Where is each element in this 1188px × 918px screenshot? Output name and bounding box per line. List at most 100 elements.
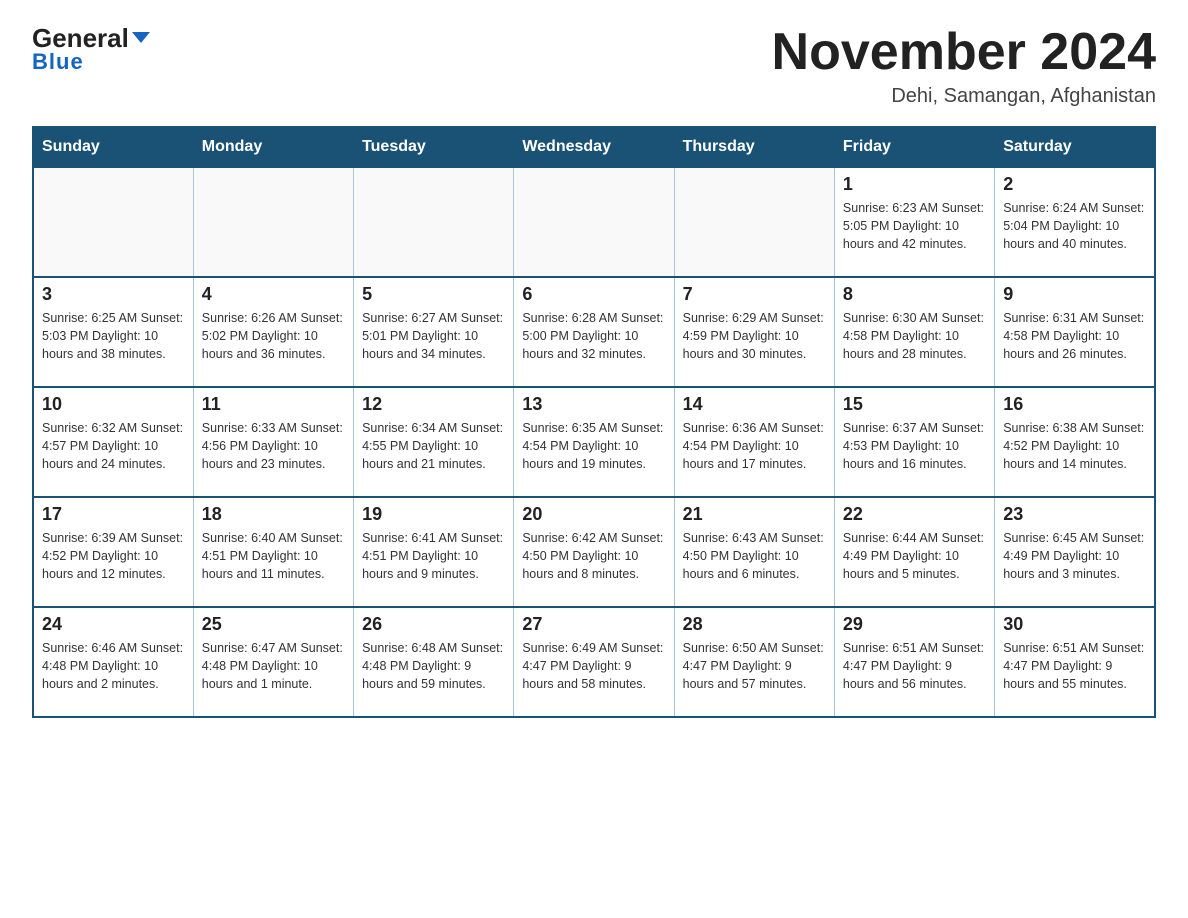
calendar-cell: 23 Sunrise: 6:45 AM Sunset: 4:49 PM Dayli… xyxy=(995,497,1155,607)
logo-blue: Blue xyxy=(32,49,84,75)
month-title: November 2024 xyxy=(772,24,1156,81)
calendar-cell: 7 Sunrise: 6:29 AM Sunset: 4:59 PM Daylig… xyxy=(674,277,834,387)
day-number: 2 xyxy=(1003,174,1146,195)
day-info: Sunrise: 6:43 AM Sunset: 4:50 PM Dayligh… xyxy=(683,529,826,583)
calendar-cell: 2 Sunrise: 6:24 AM Sunset: 5:04 PM Daylig… xyxy=(995,167,1155,277)
weekday-header-monday: Monday xyxy=(193,127,353,167)
day-info: Sunrise: 6:25 AM Sunset: 5:03 PM Dayligh… xyxy=(42,309,185,363)
day-info: Sunrise: 6:28 AM Sunset: 5:00 PM Dayligh… xyxy=(522,309,665,363)
day-info: Sunrise: 6:24 AM Sunset: 5:04 PM Dayligh… xyxy=(1003,199,1146,253)
day-number: 20 xyxy=(522,504,665,525)
day-info: Sunrise: 6:45 AM Sunset: 4:49 PM Dayligh… xyxy=(1003,529,1146,583)
calendar-cell xyxy=(354,167,514,277)
day-number: 19 xyxy=(362,504,505,525)
day-info: Sunrise: 6:48 AM Sunset: 4:48 PM Dayligh… xyxy=(362,639,505,693)
day-number: 7 xyxy=(683,284,826,305)
location-title: Dehi, Samangan, Afghanistan xyxy=(772,85,1156,108)
calendar-cell: 29 Sunrise: 6:51 AM Sunset: 4:47 PM Dayli… xyxy=(834,607,994,717)
day-number: 22 xyxy=(843,504,986,525)
day-info: Sunrise: 6:40 AM Sunset: 4:51 PM Dayligh… xyxy=(202,529,345,583)
weekday-header-saturday: Saturday xyxy=(995,127,1155,167)
calendar-cell: 17 Sunrise: 6:39 AM Sunset: 4:52 PM Dayli… xyxy=(33,497,193,607)
day-info: Sunrise: 6:34 AM Sunset: 4:55 PM Dayligh… xyxy=(362,419,505,473)
calendar-cell: 8 Sunrise: 6:30 AM Sunset: 4:58 PM Daylig… xyxy=(834,277,994,387)
day-number: 28 xyxy=(683,614,826,635)
calendar-cell: 6 Sunrise: 6:28 AM Sunset: 5:00 PM Daylig… xyxy=(514,277,674,387)
day-info: Sunrise: 6:46 AM Sunset: 4:48 PM Dayligh… xyxy=(42,639,185,693)
day-info: Sunrise: 6:31 AM Sunset: 4:58 PM Dayligh… xyxy=(1003,309,1146,363)
day-number: 10 xyxy=(42,394,185,415)
day-info: Sunrise: 6:44 AM Sunset: 4:49 PM Dayligh… xyxy=(843,529,986,583)
day-number: 30 xyxy=(1003,614,1146,635)
calendar-cell: 15Sunrise: 6:37 AM Sunset: 4:53 PM Dayli… xyxy=(834,387,994,497)
day-number: 21 xyxy=(683,504,826,525)
day-number: 5 xyxy=(362,284,505,305)
calendar-week-row: 1 Sunrise: 6:23 AM Sunset: 5:05 PM Daylig… xyxy=(33,167,1155,277)
day-info: Sunrise: 6:51 AM Sunset: 4:47 PM Dayligh… xyxy=(1003,639,1146,693)
calendar-cell: 20Sunrise: 6:42 AM Sunset: 4:50 PM Dayli… xyxy=(514,497,674,607)
day-number: 26 xyxy=(362,614,505,635)
day-number: 6 xyxy=(522,284,665,305)
day-number: 3 xyxy=(42,284,185,305)
day-info: Sunrise: 6:50 AM Sunset: 4:47 PM Dayligh… xyxy=(683,639,826,693)
calendar-table: SundayMondayTuesdayWednesdayThursdayFrid… xyxy=(32,126,1156,718)
day-info: Sunrise: 6:47 AM Sunset: 4:48 PM Dayligh… xyxy=(202,639,345,693)
day-number: 23 xyxy=(1003,504,1146,525)
calendar-cell xyxy=(514,167,674,277)
weekday-header-friday: Friday xyxy=(834,127,994,167)
day-info: Sunrise: 6:38 AM Sunset: 4:52 PM Dayligh… xyxy=(1003,419,1146,473)
day-info: Sunrise: 6:39 AM Sunset: 4:52 PM Dayligh… xyxy=(42,529,185,583)
calendar-week-row: 17 Sunrise: 6:39 AM Sunset: 4:52 PM Dayli… xyxy=(33,497,1155,607)
calendar-cell: 25Sunrise: 6:47 AM Sunset: 4:48 PM Dayli… xyxy=(193,607,353,717)
day-info: Sunrise: 6:49 AM Sunset: 4:47 PM Dayligh… xyxy=(522,639,665,693)
day-number: 11 xyxy=(202,394,345,415)
day-number: 12 xyxy=(362,394,505,415)
weekday-header-wednesday: Wednesday xyxy=(514,127,674,167)
page-header: General Blue November 2024 Dehi, Samanga… xyxy=(32,24,1156,108)
calendar-cell: 22 Sunrise: 6:44 AM Sunset: 4:49 PM Dayli… xyxy=(834,497,994,607)
calendar-cell: 28 Sunrise: 6:50 AM Sunset: 4:47 PM Dayli… xyxy=(674,607,834,717)
day-info: Sunrise: 6:35 AM Sunset: 4:54 PM Dayligh… xyxy=(522,419,665,473)
calendar-week-row: 24Sunrise: 6:46 AM Sunset: 4:48 PM Dayli… xyxy=(33,607,1155,717)
calendar-header-row: SundayMondayTuesdayWednesdayThursdayFrid… xyxy=(33,127,1155,167)
weekday-header-thursday: Thursday xyxy=(674,127,834,167)
calendar-cell: 19 Sunrise: 6:41 AM Sunset: 4:51 PM Dayli… xyxy=(354,497,514,607)
calendar-cell: 24Sunrise: 6:46 AM Sunset: 4:48 PM Dayli… xyxy=(33,607,193,717)
calendar-cell: 3 Sunrise: 6:25 AM Sunset: 5:03 PM Daylig… xyxy=(33,277,193,387)
day-info: Sunrise: 6:23 AM Sunset: 5:05 PM Dayligh… xyxy=(843,199,986,253)
calendar-cell: 4Sunrise: 6:26 AM Sunset: 5:02 PM Daylig… xyxy=(193,277,353,387)
day-number: 8 xyxy=(843,284,986,305)
day-number: 18 xyxy=(202,504,345,525)
day-number: 29 xyxy=(843,614,986,635)
calendar-cell: 27Sunrise: 6:49 AM Sunset: 4:47 PM Dayli… xyxy=(514,607,674,717)
day-number: 4 xyxy=(202,284,345,305)
calendar-cell: 1 Sunrise: 6:23 AM Sunset: 5:05 PM Daylig… xyxy=(834,167,994,277)
day-number: 9 xyxy=(1003,284,1146,305)
calendar-cell: 13 Sunrise: 6:35 AM Sunset: 4:54 PM Dayli… xyxy=(514,387,674,497)
day-info: Sunrise: 6:27 AM Sunset: 5:01 PM Dayligh… xyxy=(362,309,505,363)
calendar-cell: 11Sunrise: 6:33 AM Sunset: 4:56 PM Dayli… xyxy=(193,387,353,497)
day-info: Sunrise: 6:30 AM Sunset: 4:58 PM Dayligh… xyxy=(843,309,986,363)
calendar-cell: 26 Sunrise: 6:48 AM Sunset: 4:48 PM Dayli… xyxy=(354,607,514,717)
title-block: November 2024 Dehi, Samangan, Afghanista… xyxy=(772,24,1156,108)
calendar-cell xyxy=(33,167,193,277)
weekday-header-sunday: Sunday xyxy=(33,127,193,167)
day-number: 1 xyxy=(843,174,986,195)
logo: General Blue xyxy=(32,24,150,75)
day-info: Sunrise: 6:36 AM Sunset: 4:54 PM Dayligh… xyxy=(683,419,826,473)
calendar-cell: 10 Sunrise: 6:32 AM Sunset: 4:57 PM Dayli… xyxy=(33,387,193,497)
calendar-cell xyxy=(193,167,353,277)
day-number: 13 xyxy=(522,394,665,415)
calendar-cell: 14 Sunrise: 6:36 AM Sunset: 4:54 PM Dayli… xyxy=(674,387,834,497)
day-info: Sunrise: 6:51 AM Sunset: 4:47 PM Dayligh… xyxy=(843,639,986,693)
day-number: 14 xyxy=(683,394,826,415)
day-info: Sunrise: 6:32 AM Sunset: 4:57 PM Dayligh… xyxy=(42,419,185,473)
day-info: Sunrise: 6:29 AM Sunset: 4:59 PM Dayligh… xyxy=(683,309,826,363)
calendar-cell: 9 Sunrise: 6:31 AM Sunset: 4:58 PM Daylig… xyxy=(995,277,1155,387)
day-info: Sunrise: 6:41 AM Sunset: 4:51 PM Dayligh… xyxy=(362,529,505,583)
day-number: 16 xyxy=(1003,394,1146,415)
calendar-week-row: 10 Sunrise: 6:32 AM Sunset: 4:57 PM Dayli… xyxy=(33,387,1155,497)
calendar-cell: 30 Sunrise: 6:51 AM Sunset: 4:47 PM Dayli… xyxy=(995,607,1155,717)
calendar-week-row: 3 Sunrise: 6:25 AM Sunset: 5:03 PM Daylig… xyxy=(33,277,1155,387)
day-number: 17 xyxy=(42,504,185,525)
